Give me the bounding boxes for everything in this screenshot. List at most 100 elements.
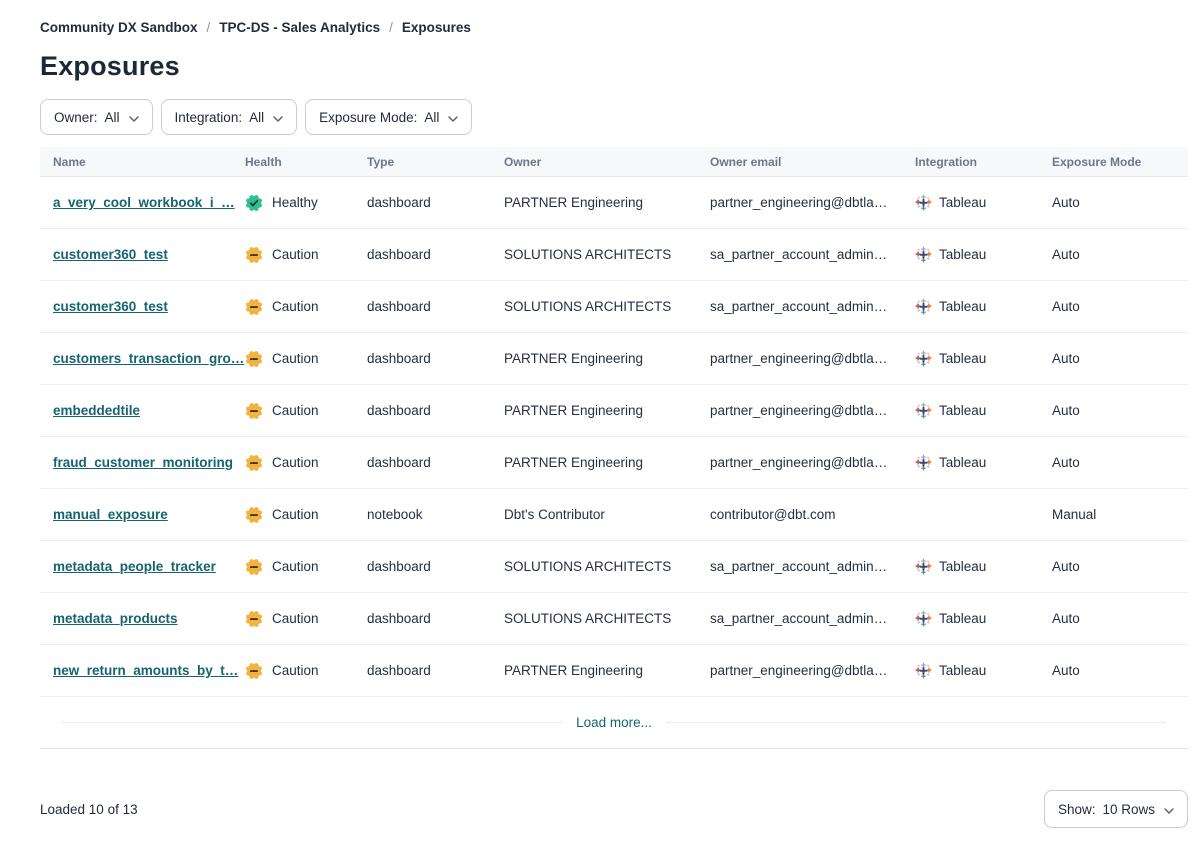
- exposure-name-link[interactable]: customers_transaction_gro…: [53, 351, 244, 366]
- health-cell: Caution: [245, 506, 367, 524]
- exposure-mode-cell: Auto: [1052, 611, 1188, 626]
- integration-label: Tableau: [939, 351, 986, 366]
- page-title: Exposures: [40, 51, 1188, 82]
- breadcrumb-separator: /: [207, 20, 211, 35]
- owner-cell: SOLUTIONS ARCHITECTS: [504, 611, 710, 626]
- integration-badge: Tableau: [915, 662, 1052, 679]
- owner-email-cell: partner_engineering@dbtla…: [710, 351, 915, 366]
- integration-badge: Tableau: [915, 610, 1052, 627]
- exposure-name-link[interactable]: manual_exposure: [53, 507, 168, 522]
- health-cell: Caution: [245, 402, 367, 420]
- owner-email-cell: sa_partner_account_admin…: [710, 299, 915, 314]
- table-row: metadata_people_trackerCautiondashboardS…: [40, 541, 1188, 593]
- integration-cell: Tableau: [915, 246, 1052, 263]
- caution-minus-icon: [245, 662, 263, 680]
- column-header-owner-email: Owner email: [710, 155, 915, 169]
- name-cell: metadata_products: [40, 611, 245, 626]
- health-cell: Caution: [245, 610, 367, 628]
- health-cell: Caution: [245, 454, 367, 472]
- table-row: metadata_products CautiondashboardSOLUTIO…: [40, 593, 1188, 645]
- name-cell: customer360_test: [40, 299, 245, 314]
- exposure-name-link[interactable]: new_return_amounts_by_t…: [53, 663, 238, 678]
- owner-filter-dropdown[interactable]: Owner: All: [40, 99, 153, 135]
- exposure-name-link[interactable]: customer360_test: [53, 299, 168, 314]
- exposure-mode-cell: Auto: [1052, 195, 1188, 210]
- name-cell: customer360_test: [40, 247, 245, 262]
- integration-badge: Tableau: [915, 194, 1052, 211]
- type-cell: dashboard: [367, 351, 504, 366]
- filter-value: All: [105, 110, 120, 125]
- show-rows-dropdown[interactable]: Show: 10 Rows: [1044, 790, 1188, 828]
- integration-cell: Tableau: [915, 194, 1052, 211]
- exposure-mode-cell: Auto: [1052, 403, 1188, 418]
- exposure-name-link[interactable]: a_very_cool_workbook_i_…: [53, 195, 235, 210]
- health-status-badge: Caution: [245, 558, 367, 576]
- integration-label: Tableau: [939, 403, 986, 418]
- exposure-mode-cell: Auto: [1052, 455, 1188, 470]
- owner-email-cell: sa_partner_account_admin…: [710, 247, 915, 262]
- breadcrumb: Community DX Sandbox / TPC-DS - Sales An…: [40, 20, 1188, 35]
- exposure-name-link[interactable]: fraud_customer_monitoring: [53, 455, 233, 470]
- health-cell: Caution: [245, 298, 367, 316]
- integration-cell: Tableau: [915, 662, 1052, 679]
- exposure-mode-cell: Auto: [1052, 351, 1188, 366]
- integration-cell: Tableau: [915, 558, 1052, 575]
- type-cell: dashboard: [367, 611, 504, 626]
- exposure-name-link[interactable]: metadata_people_tracker: [53, 559, 216, 574]
- tableau-icon: [915, 610, 932, 627]
- exposure-mode-cell: Auto: [1052, 559, 1188, 574]
- tableau-icon: [915, 350, 932, 367]
- integration-cell: Tableau: [915, 402, 1052, 419]
- integration-cell: Tableau: [915, 610, 1052, 627]
- health-status-badge: Caution: [245, 350, 367, 368]
- owner-cell: PARTNER Engineering: [504, 663, 710, 678]
- owner-email-cell: contributor@dbt.com: [710, 507, 915, 522]
- tableau-icon: [915, 246, 932, 263]
- table-header-row: Name Health Type Owner Owner email Integ…: [40, 147, 1188, 177]
- exposures-table: Name Health Type Owner Owner email Integ…: [40, 147, 1188, 749]
- breadcrumb-project[interactable]: Community DX Sandbox: [40, 20, 198, 35]
- table-body: a_very_cool_workbook_i_…Healthydashboard…: [40, 177, 1188, 697]
- health-label: Caution: [272, 663, 319, 678]
- integration-cell: Tableau: [915, 454, 1052, 471]
- table-row: customer360_testCautiondashboardSOLUTION…: [40, 281, 1188, 333]
- type-cell: dashboard: [367, 195, 504, 210]
- owner-email-cell: sa_partner_account_admin…: [710, 611, 915, 626]
- breadcrumb-current: Exposures: [402, 20, 471, 35]
- health-cell: Caution: [245, 558, 367, 576]
- breadcrumb-package[interactable]: TPC-DS - Sales Analytics: [219, 20, 380, 35]
- integration-cell: Tableau: [915, 298, 1052, 315]
- integration-label: Tableau: [939, 611, 986, 626]
- tableau-icon: [915, 662, 932, 679]
- show-value: 10 Rows: [1102, 802, 1155, 817]
- exposure-mode-filter-dropdown[interactable]: Exposure Mode: All: [305, 99, 472, 135]
- filter-label: Integration:: [175, 110, 243, 125]
- type-cell: dashboard: [367, 299, 504, 314]
- column-header-name: Name: [40, 155, 245, 169]
- load-more-link[interactable]: Load more...: [576, 715, 652, 730]
- filter-value: All: [249, 110, 264, 125]
- exposure-mode-cell: Auto: [1052, 299, 1188, 314]
- integration-label: Tableau: [939, 663, 986, 678]
- integration-badge: Tableau: [915, 402, 1052, 419]
- integration-label: Tableau: [939, 559, 986, 574]
- exposure-name-link[interactable]: customer360_test: [53, 247, 168, 262]
- chevron-down-icon: [448, 110, 458, 125]
- table-row: fraud_customer_monitoringCautiondashboar…: [40, 437, 1188, 489]
- tableau-icon: [915, 194, 932, 211]
- health-cell: Healthy: [245, 194, 367, 212]
- owner-email-cell: partner_engineering@dbtla…: [710, 195, 915, 210]
- health-label: Caution: [272, 351, 319, 366]
- integration-badge: Tableau: [915, 298, 1052, 315]
- caution-minus-icon: [245, 506, 263, 524]
- health-label: Caution: [272, 299, 319, 314]
- name-cell: fraud_customer_monitoring: [40, 455, 245, 470]
- integration-filter-dropdown[interactable]: Integration: All: [161, 99, 298, 135]
- caution-minus-icon: [245, 350, 263, 368]
- exposure-name-link[interactable]: metadata_products: [53, 611, 178, 626]
- exposure-name-link[interactable]: embeddedtile: [53, 403, 140, 418]
- health-label: Caution: [272, 247, 319, 262]
- owner-cell: Dbt's Contributor: [504, 507, 710, 522]
- owner-cell: PARTNER Engineering: [504, 455, 710, 470]
- table-row: new_return_amounts_by_t…Cautiondashboard…: [40, 645, 1188, 697]
